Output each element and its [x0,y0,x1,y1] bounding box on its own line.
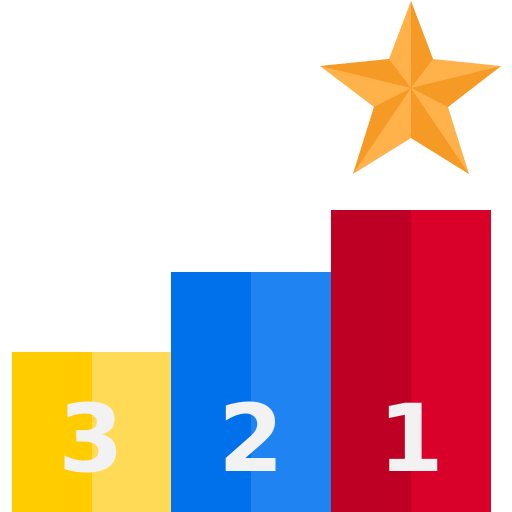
first-place-numeral: 1 [378,385,443,494]
third-place-numeral: 3 [58,385,123,494]
second-place-numeral: 2 [218,385,283,494]
first-place-step: 1 [331,210,491,512]
third-place-step: 3 [12,352,171,512]
star-icon [320,1,501,174]
second-place-step: 2 [171,272,331,512]
podium-ranking-icon: 3 2 1 [12,1,501,512]
